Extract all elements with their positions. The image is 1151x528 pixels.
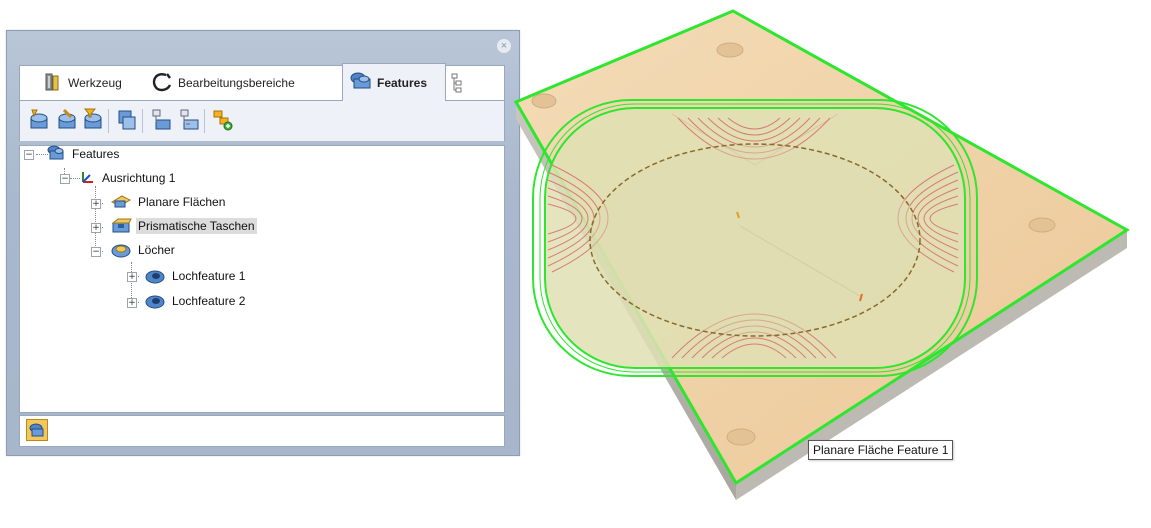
edit-feature-icon <box>58 108 76 129</box>
copy-feature-icon <box>118 110 136 130</box>
edit-feature-button[interactable] <box>56 108 78 132</box>
tab-label: Werkzeug <box>68 76 122 90</box>
hole-feature-icon <box>144 291 166 312</box>
filter-feature-button[interactable] <box>82 108 104 132</box>
corner-hole[interactable] <box>1028 217 1056 233</box>
tree-node-features[interactable]: Features <box>46 144 121 164</box>
ungroup-feature-icon <box>180 109 199 130</box>
pocket-icon <box>110 216 132 237</box>
features-icon <box>46 144 66 165</box>
tree-view-icon[interactable] <box>450 72 464 93</box>
tree-node-label: Planare Flächen <box>138 195 226 209</box>
tab-werkzeug[interactable]: Werkzeug <box>42 66 122 100</box>
tab-label: Bearbeitungsbereiche <box>178 76 295 90</box>
tree-node-label: Löcher <box>138 243 175 257</box>
toolbar-separator <box>204 109 205 133</box>
expand-toggle[interactable]: + <box>127 298 137 308</box>
planar-face-icon <box>110 192 132 213</box>
tree-node-prismatische-taschen[interactable]: Prismatische Taschen <box>110 216 257 236</box>
tab-bearbeitungsbereiche[interactable]: Bearbeitungsbereiche <box>150 66 295 100</box>
expand-toggle[interactable]: + <box>91 223 101 233</box>
collapse-toggle[interactable]: − <box>24 150 34 160</box>
tree-connector <box>70 178 80 179</box>
features-panel: × Werkzeug Bearbeitungsbereiche Features… <box>6 30 520 456</box>
tree-node-label: Prismatische Taschen <box>136 218 257 234</box>
expand-toggle[interactable]: + <box>127 272 137 282</box>
corner-hole[interactable] <box>531 93 557 109</box>
tree-connector <box>95 186 96 254</box>
collapse-toggle[interactable]: − <box>91 247 101 257</box>
add-feature-icon <box>30 109 48 129</box>
expand-toggle[interactable]: + <box>91 199 101 209</box>
features-status-icon[interactable] <box>26 419 48 441</box>
panel-tabs: Werkzeug Bearbeitungsbereiche Features <box>19 63 505 101</box>
corner-hole[interactable] <box>716 42 744 58</box>
tool-holder-icon <box>42 71 64 96</box>
feature-tooltip: Planare Fläche Feature 1 <box>808 440 954 460</box>
toolbar-separator <box>142 109 143 133</box>
tree-node-label: Lochfeature 2 <box>172 294 246 308</box>
panel-status-bar <box>19 415 505 447</box>
collapse-toggle[interactable]: − <box>60 174 70 184</box>
toolbar-separator <box>108 109 109 133</box>
tree-node-ausrichtung[interactable]: Ausrichtung 1 <box>80 168 177 188</box>
tree-node-label: Ausrichtung 1 <box>102 171 176 185</box>
tab-features[interactable]: Features <box>342 63 446 101</box>
boundary-curve-icon <box>150 71 174 96</box>
corner-hole[interactable] <box>726 428 756 446</box>
feature-toolbar <box>19 101 505 141</box>
tree-node-lochfeature-2[interactable]: Lochfeature 2 <box>144 291 247 311</box>
tab-label: Features <box>377 75 428 90</box>
hole-feature-icon <box>144 266 166 287</box>
tree-node-label: Lochfeature 1 <box>172 269 246 283</box>
copy-feature-button[interactable] <box>116 108 138 132</box>
group-feature-button[interactable] <box>150 108 172 132</box>
add-feature-button[interactable] <box>28 108 50 132</box>
group-feature-icon <box>152 109 171 130</box>
axis-icon <box>80 169 96 188</box>
add-subfeature-icon <box>213 110 233 131</box>
feature-tree: − Features − Ausrichtung 1 + Planare Flä… <box>19 145 505 413</box>
tree-node-lochfeature-1[interactable]: Lochfeature 1 <box>144 266 247 286</box>
inner-boundary-circle[interactable] <box>589 143 921 337</box>
tree-node-loecher[interactable]: Löcher <box>110 240 177 260</box>
tree-node-label: Features <box>72 147 120 161</box>
ungroup-feature-button[interactable] <box>178 108 200 132</box>
features-icon <box>349 70 373 95</box>
add-subfeature-button[interactable] <box>212 108 234 132</box>
filter-feature-icon <box>83 108 102 129</box>
tree-node-planare-flaechen[interactable]: Planare Flächen <box>110 192 227 212</box>
hole-icon <box>110 240 132 261</box>
